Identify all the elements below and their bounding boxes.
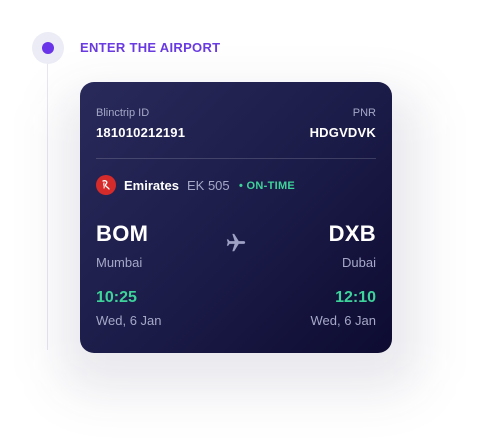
- airplane-icon: [225, 232, 247, 254]
- arrival-city: Dubai: [342, 255, 376, 270]
- departure-code: BOM: [96, 221, 149, 246]
- trip-id-label: Blinctrip ID: [96, 107, 150, 119]
- timeline-line: [47, 60, 48, 350]
- journey-step: ENTER THE AIRPORT Blinctrip ID 181010212…: [0, 0, 486, 447]
- step-indicator: [32, 32, 64, 64]
- departure-date: Wed, 6 Jan: [96, 313, 162, 328]
- step-title: ENTER THE AIRPORT: [80, 40, 221, 55]
- flight-status-badge: • ON-TIME: [239, 180, 296, 192]
- departure-city: Mumbai: [96, 255, 143, 270]
- pnr-value: HDGVDVK: [309, 125, 376, 140]
- arrival-time: 12:10: [335, 289, 376, 306]
- boarding-card[interactable]: Blinctrip ID 181010212191 PNR HDGVDVK Em…: [80, 82, 392, 353]
- departure-time: 10:25: [96, 289, 137, 306]
- airline-name: Emirates: [124, 178, 179, 193]
- arrival-code: DXB: [328, 221, 376, 246]
- emirates-logo-icon: [96, 175, 116, 195]
- card-divider: [96, 158, 376, 159]
- arrival-date: Wed, 6 Jan: [310, 313, 376, 328]
- step-indicator-dot: [42, 42, 54, 54]
- trip-id-value: 181010212191: [96, 125, 186, 140]
- pnr-label: PNR: [352, 107, 376, 119]
- flight-number: EK 505: [187, 178, 230, 193]
